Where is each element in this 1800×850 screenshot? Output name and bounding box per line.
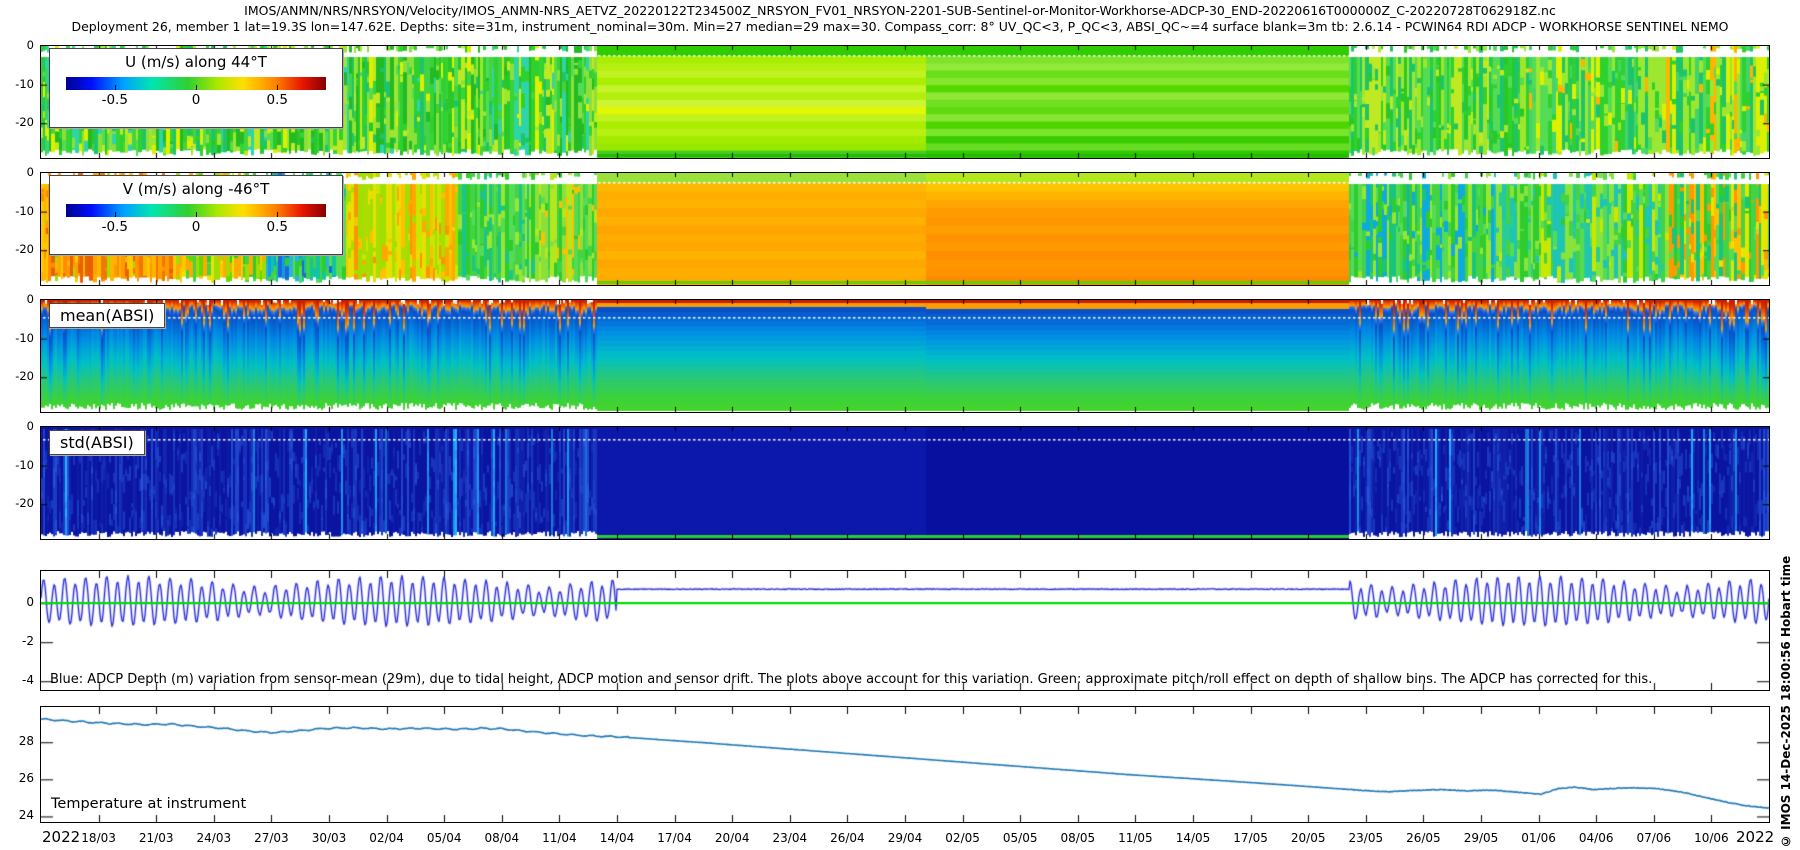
v-colorbar-tick-labels: -0.5 0 0.5 (66, 219, 326, 237)
imos-credit-vertical-text: © IMOS 14-Dec-2025 18:00:56 Hobart time (1779, 450, 1797, 848)
u-colorbar-tick-neg: -0.5 (102, 92, 128, 108)
x-axis-date-label: 23/04 (773, 831, 808, 845)
absi_mean-ytick-label: 0 (0, 292, 34, 306)
mean-absi-label: mean(ABSI) (49, 303, 165, 328)
v-legend-title: V (m/s) along -46°T (50, 180, 342, 198)
figure-title-line1: IMOS/ANMN/NRS/NRSYON/Velocity/IMOS_ANMN-… (0, 3, 1800, 18)
adcp-mooring-figure: IMOS/ANMN/NRS/NRSYON/Velocity/IMOS_ANMN-… (0, 0, 1800, 850)
v-ytick-label: 0 (0, 165, 34, 179)
temperature-panel: Temperature at instrument (40, 706, 1770, 823)
x-axis-date-label: 29/04 (888, 831, 923, 845)
absi_mean-ytick-label: -20 (0, 369, 34, 383)
colorbar-tick-mark (277, 212, 278, 217)
u-colorbar-tick-zero: 0 (192, 92, 201, 108)
x-axis-date-label: 26/04 (830, 831, 865, 845)
x-axis-date-label: 07/06 (1637, 831, 1672, 845)
x-axis-date-label: 18/03 (81, 831, 116, 845)
x-axis-date-label: 17/05 (1233, 831, 1268, 845)
x-axis-date-label: 01/06 (1521, 831, 1556, 845)
depth-note-text: Blue: ADCP Depth (m) variation from sens… (50, 672, 1652, 687)
x-axis-year-left: 2022 (42, 828, 80, 846)
x-axis-date-label: 26/05 (1406, 831, 1441, 845)
x-axis-date-label: 23/05 (1349, 831, 1384, 845)
std-absi-heatmap-canvas (41, 427, 1769, 539)
mean-absi-heatmap-canvas (41, 300, 1769, 412)
x-axis-date-label: 08/05 (1061, 831, 1096, 845)
v-colorbar-tick-pos: 0.5 (267, 219, 288, 235)
temp-ytick-label: 24 (0, 808, 34, 822)
x-axis-date-label: 14/04 (600, 831, 635, 845)
mean-absi-panel: mean(ABSI) (40, 299, 1770, 413)
depth-variation-panel: Blue: ADCP Depth (m) variation from sens… (40, 570, 1770, 691)
u-ytick-label: -10 (0, 77, 34, 91)
x-axis-date-label: 14/05 (1176, 831, 1211, 845)
absi_std-ytick-label: 0 (0, 419, 34, 433)
x-axis-date-label: 11/04 (542, 831, 577, 845)
u-ytick-label: 0 (0, 38, 34, 52)
x-axis-date-label: 02/04 (369, 831, 404, 845)
absi_std-ytick-label: -20 (0, 496, 34, 510)
x-axis-year-right: 2022 (1736, 828, 1774, 846)
colorbar-tick-mark (277, 85, 278, 90)
x-axis-date-label: 11/05 (1118, 831, 1153, 845)
figure-title-line2: Deployment 26, member 1 lat=19.3S lon=14… (0, 19, 1800, 34)
temperature-label: Temperature at instrument (51, 796, 246, 812)
depth-ytick-label: -2 (0, 634, 34, 648)
x-axis-date-label: 24/03 (197, 831, 232, 845)
u-legend-title: U (m/s) along 44°T (50, 53, 342, 71)
colorbar-tick-mark (196, 85, 197, 90)
depth-ytick-label: 0 (0, 595, 34, 609)
x-axis-date-label: 08/04 (485, 831, 520, 845)
std-absi-label: std(ABSI) (49, 430, 145, 455)
u-colorbar-tick-labels: -0.5 0 0.5 (66, 92, 326, 110)
colorbar-tick-mark (115, 85, 116, 90)
u-velocity-panel: U (m/s) along 44°T -0.5 0 0.5 (40, 45, 1770, 159)
v-velocity-panel: V (m/s) along -46°T -0.5 0 0.5 (40, 172, 1770, 286)
colorbar-tick-mark (196, 212, 197, 217)
x-axis-date-label: 27/03 (254, 831, 289, 845)
u-colorbar (66, 77, 326, 90)
u-legend: U (m/s) along 44°T -0.5 0 0.5 (49, 48, 343, 128)
u-ytick-label: -20 (0, 115, 34, 129)
temp-ytick-label: 28 (0, 734, 34, 748)
x-axis-date-label: 30/03 (312, 831, 347, 845)
std-absi-panel: std(ABSI) (40, 426, 1770, 540)
x-axis-date-label: 10/06 (1694, 831, 1729, 845)
x-axis-date-label: 17/04 (657, 831, 692, 845)
v-colorbar (66, 204, 326, 217)
x-axis-date-label: 20/04 (715, 831, 750, 845)
x-axis-date-label: 20/05 (1291, 831, 1326, 845)
temp-ytick-label: 26 (0, 771, 34, 785)
v-colorbar-tick-zero: 0 (192, 219, 201, 235)
x-axis-date-label: 05/04 (427, 831, 462, 845)
x-axis-date-label: 02/05 (945, 831, 980, 845)
absi_std-ytick-label: -10 (0, 458, 34, 472)
v-ytick-label: -10 (0, 204, 34, 218)
colorbar-tick-mark (115, 212, 116, 217)
temperature-line-canvas (41, 707, 1769, 822)
x-axis-date-label: 05/05 (1003, 831, 1038, 845)
u-colorbar-tick-pos: 0.5 (267, 92, 288, 108)
x-axis-date-label: 21/03 (139, 831, 174, 845)
x-axis-date-label: 04/06 (1579, 831, 1614, 845)
v-legend: V (m/s) along -46°T -0.5 0 0.5 (49, 175, 343, 255)
absi_mean-ytick-label: -10 (0, 331, 34, 345)
depth-ytick-label: -4 (0, 673, 34, 687)
x-axis-date-label: 29/05 (1464, 831, 1499, 845)
v-ytick-label: -20 (0, 242, 34, 256)
v-colorbar-tick-neg: -0.5 (102, 219, 128, 235)
